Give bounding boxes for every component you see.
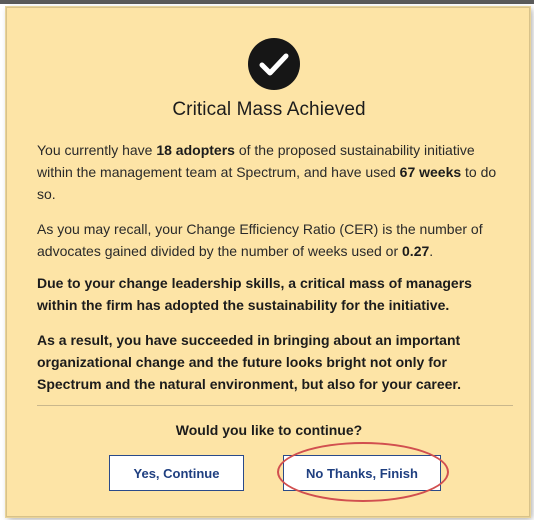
cer-explanation-text: As you may recall, your Change Efficienc…: [37, 218, 507, 262]
window-top-edge: [0, 0, 534, 4]
adopters-text-a: You currently have: [37, 142, 157, 158]
leadership-skills-text: Due to your change leadership skills, a …: [37, 275, 472, 313]
dialog-divider: [37, 405, 513, 406]
dialog-title: Critical Mass Achieved: [172, 99, 366, 120]
weeks-count: 67 weeks: [399, 164, 462, 180]
success-outcome-text: As a result, you have succeeded in bring…: [37, 332, 461, 392]
continue-question: Would you like to continue?: [175, 422, 363, 438]
adopters-count: 18 adopters: [156, 142, 235, 158]
checkmark-circle-icon: [248, 38, 300, 90]
cer-ratio-value: 0.27: [402, 243, 430, 259]
adopters-summary-text: You currently have 18 adopters of the pr…: [37, 139, 507, 205]
yes-continue-button[interactable]: Yes, Continue: [109, 455, 244, 491]
critical-mass-dialog: Critical Mass Achieved You currently hav…: [6, 7, 530, 517]
checkmark-icon: [259, 53, 289, 76]
cer-text-b: .: [429, 243, 434, 259]
no-thanks-finish-button[interactable]: No Thanks, Finish: [283, 455, 441, 491]
